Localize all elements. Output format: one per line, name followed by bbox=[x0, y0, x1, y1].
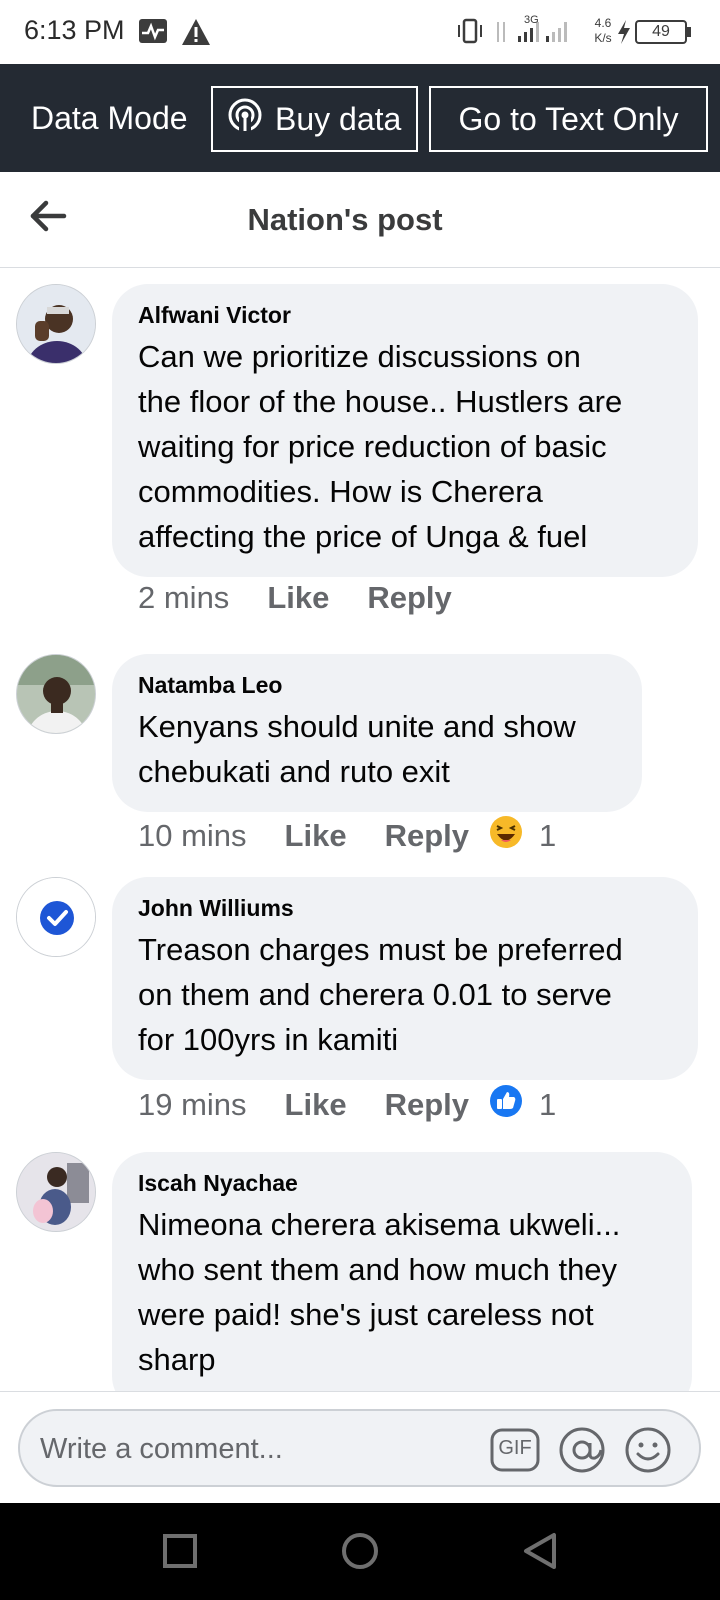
comment-meta: 19 mins Like Reply 1 bbox=[138, 1085, 556, 1125]
comment-text: Can we prioritize discussions on the flo… bbox=[138, 339, 623, 554]
broadcast-icon bbox=[227, 97, 275, 141]
like-button[interactable]: Like bbox=[285, 1087, 347, 1123]
comment-bubble[interactable]: Alfwani Victor Can we prioritize discuss… bbox=[112, 284, 698, 577]
avatar[interactable] bbox=[16, 284, 96, 364]
comment-bubble[interactable]: John Williums Treason charges must be pr… bbox=[112, 877, 698, 1080]
haha-reaction-icon bbox=[489, 815, 523, 857]
comment-text: Treason charges must be preferred on the… bbox=[138, 932, 623, 1057]
gif-label: GIF bbox=[498, 1437, 532, 1459]
system-nav-bar bbox=[0, 1503, 720, 1600]
buy-data-button[interactable]: Buy data bbox=[211, 86, 418, 152]
like-button[interactable]: Like bbox=[285, 818, 347, 854]
gif-button[interactable]: GIF bbox=[490, 1428, 540, 1477]
avatar[interactable] bbox=[16, 1152, 96, 1232]
status-bar: 6:13 PM 3G 4.6 K/s 49 bbox=[0, 0, 720, 64]
reaction-count: 1 bbox=[539, 818, 557, 853]
comment-meta: 2 mins Like Reply bbox=[138, 578, 452, 618]
data-mode-label: Data Mode bbox=[31, 100, 188, 136]
avatar[interactable] bbox=[16, 654, 96, 734]
commenter-name[interactable]: John Williums bbox=[138, 893, 672, 923]
post-header: Nation's post bbox=[0, 172, 720, 268]
activity-icon bbox=[138, 18, 168, 49]
network-type: 3G bbox=[524, 14, 539, 26]
speed-value: 4.6 bbox=[594, 16, 612, 30]
status-time: 6:13 PM bbox=[24, 15, 125, 45]
reply-button[interactable]: Reply bbox=[367, 580, 451, 616]
comment-box[interactable]: GIF bbox=[18, 1409, 701, 1487]
comment-bubble[interactable]: Iscah Nyachae Nimeona cherera akisema uk… bbox=[112, 1152, 692, 1391]
reaction-summary[interactable]: 1 bbox=[489, 1084, 556, 1126]
text-only-button[interactable]: Go to Text Only bbox=[429, 86, 708, 152]
text-only-label: Go to Text Only bbox=[458, 100, 679, 137]
comment-text: Nimeona cherera akisema ukweli... who se… bbox=[138, 1207, 621, 1377]
comment-input[interactable] bbox=[40, 1429, 460, 1469]
reaction-count: 1 bbox=[539, 1087, 557, 1122]
comment-bubble[interactable]: Natamba Leo Kenyans should unite and sho… bbox=[112, 654, 642, 812]
reply-button[interactable]: Reply bbox=[385, 1087, 469, 1123]
page-title: Nation's post bbox=[247, 202, 443, 237]
mention-icon[interactable] bbox=[558, 1426, 606, 1479]
reply-button[interactable]: Reply bbox=[385, 818, 469, 854]
buy-data-label: Buy data bbox=[275, 100, 402, 137]
commenter-name[interactable]: Iscah Nyachae bbox=[138, 1168, 666, 1198]
comment-time: 2 mins bbox=[138, 580, 230, 615]
comment-text: Kenyans should unite and show chebukati … bbox=[138, 709, 576, 789]
speed-unit: K/s bbox=[594, 31, 612, 45]
emoji-icon[interactable] bbox=[624, 1426, 672, 1479]
comment-composer: GIF bbox=[0, 1391, 720, 1503]
commenter-name[interactable]: Natamba Leo bbox=[138, 670, 616, 700]
battery-level: 49 bbox=[652, 23, 670, 40]
comment-list[interactable]: Alfwani Victor Can we prioritize discuss… bbox=[0, 268, 720, 1391]
data-mode-bar: Data Mode Buy data Go to Text Only bbox=[0, 64, 720, 172]
comment-time: 19 mins bbox=[138, 1087, 247, 1122]
reaction-summary[interactable]: 1 bbox=[489, 815, 556, 857]
warning-icon bbox=[181, 18, 211, 51]
comment-time: 10 mins bbox=[138, 818, 247, 853]
back-nav-button[interactable] bbox=[522, 1532, 558, 1575]
status-right-icons: 3G 4.6 K/s 49 bbox=[458, 14, 698, 50]
home-button[interactable] bbox=[340, 1531, 380, 1576]
avatar[interactable] bbox=[16, 877, 96, 957]
commenter-name[interactable]: Alfwani Victor bbox=[138, 300, 672, 330]
comment-meta: 10 mins Like Reply 1 bbox=[138, 816, 556, 856]
like-button[interactable]: Like bbox=[267, 580, 329, 616]
like-reaction-icon bbox=[489, 1084, 523, 1126]
recent-apps-button[interactable] bbox=[162, 1533, 198, 1574]
